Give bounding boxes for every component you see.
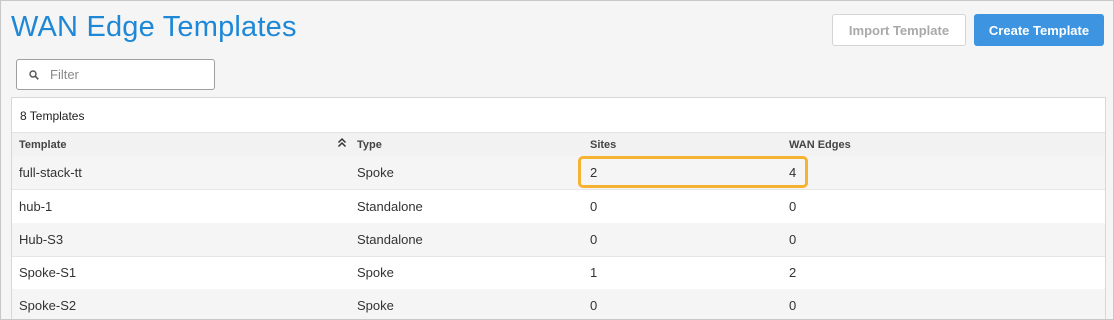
template-type: Spoke <box>357 265 394 280</box>
template-name[interactable]: hub-1 <box>19 199 52 214</box>
sites-count: 1 <box>590 265 598 280</box>
create-template-button[interactable]: Create Template <box>974 14 1104 46</box>
table-row[interactable]: Spoke-S1 Spoke 1 2 <box>12 256 1105 290</box>
template-name[interactable]: Spoke-S1 <box>19 265 76 280</box>
search-icon <box>29 69 39 80</box>
template-type: Spoke <box>357 165 394 180</box>
table-header: Template Type Sites WAN Edges <box>12 132 1105 156</box>
filter-box[interactable] <box>16 59 215 90</box>
wan-edges-count: 0 <box>789 232 797 247</box>
template-name[interactable]: Hub-S3 <box>19 232 63 247</box>
sort-chevrons-up-icon[interactable] <box>337 137 347 149</box>
template-name[interactable]: full-stack-tt <box>19 165 82 180</box>
import-template-button[interactable]: Import Template <box>832 14 966 46</box>
table-row[interactable]: hub-1 Standalone 0 0 <box>12 190 1105 224</box>
table-row[interactable]: full-stack-tt Spoke 2 4 <box>12 156 1105 190</box>
sites-count: 0 <box>590 199 598 214</box>
column-header-type[interactable]: Type <box>357 139 382 151</box>
filter-input[interactable] <box>48 66 202 83</box>
template-type: Standalone <box>357 232 423 247</box>
template-count: 8 Templates <box>20 109 85 123</box>
table-row[interactable]: Hub-S3 Standalone 0 0 <box>12 223 1105 257</box>
template-type: Standalone <box>357 199 423 214</box>
table-row[interactable]: Spoke-S2 Spoke 0 0 <box>12 289 1105 319</box>
page-frame: WAN Edge Templates Import Template Creat… <box>0 0 1114 320</box>
template-name[interactable]: Spoke-S2 <box>19 298 76 313</box>
page-title: WAN Edge Templates <box>11 11 297 43</box>
wan-edges-count: 4 <box>789 165 797 180</box>
wan-edges-count: 2 <box>789 265 797 280</box>
wan-edges-count: 0 <box>789 199 797 214</box>
column-header-wan-edges[interactable]: WAN Edges <box>789 139 851 151</box>
sites-count: 0 <box>590 232 598 247</box>
sites-count: 0 <box>590 298 598 313</box>
sites-count: 2 <box>590 165 598 180</box>
template-type: Spoke <box>357 298 394 313</box>
column-header-sites[interactable]: Sites <box>590 139 616 151</box>
column-header-template[interactable]: Template <box>19 139 66 151</box>
templates-table-panel: 8 Templates Template Type Sites WAN Edge… <box>11 97 1106 319</box>
wan-edges-count: 0 <box>789 298 797 313</box>
